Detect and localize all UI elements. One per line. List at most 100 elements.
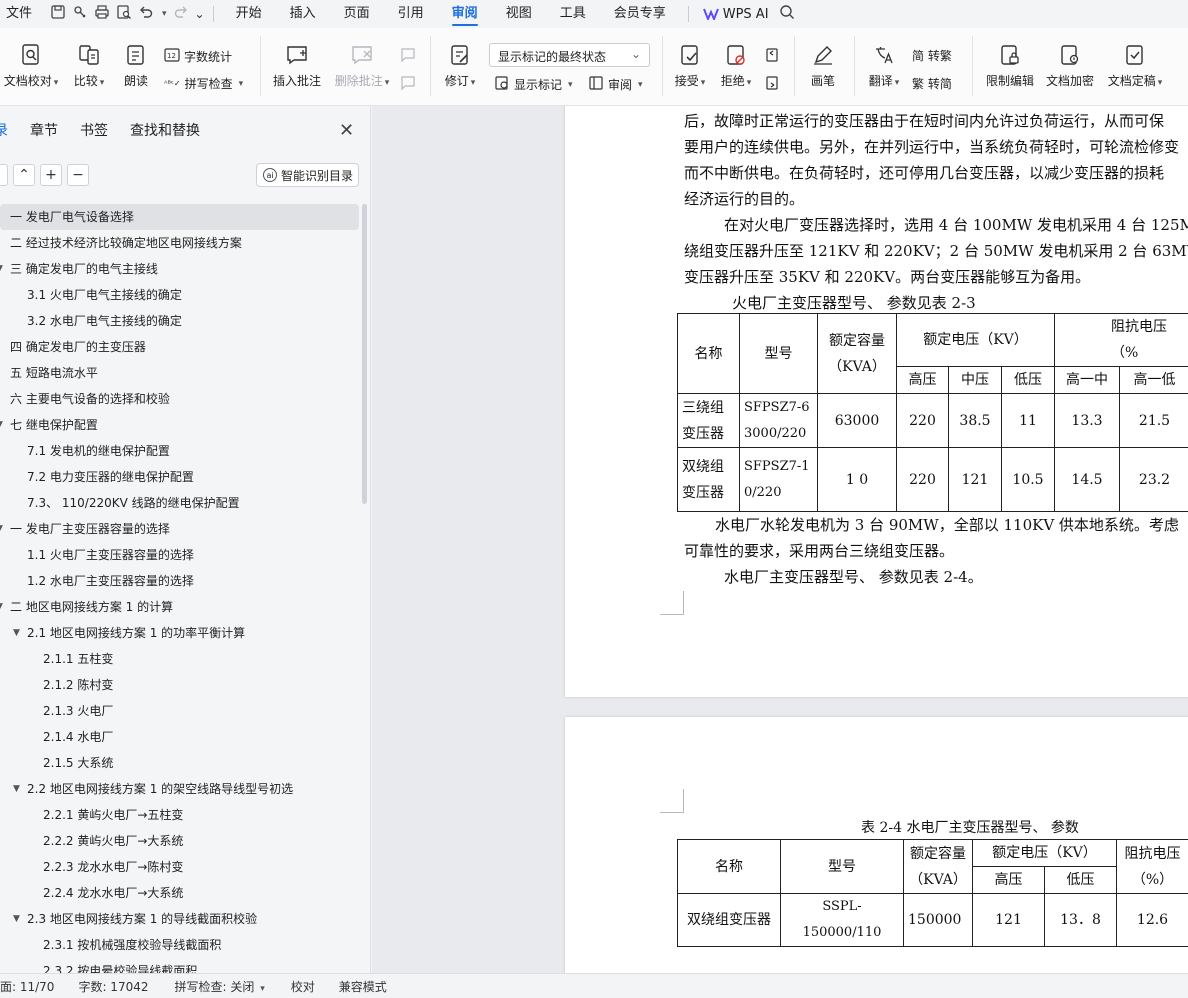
proof-status[interactable]: 校对 [291,978,315,995]
insert-comment-button[interactable]: 插入批注 [272,42,322,89]
chevron-up-icon[interactable]: ⌃ [13,164,35,186]
previous-change-icon[interactable] [764,47,780,63]
page-indicator[interactable]: 面: 11/70 [0,978,54,995]
spell-check-button[interactable]: ᴬᴮᶜ✓ 拼写检查 ▾ [164,75,243,92]
next-change-icon[interactable] [764,75,780,91]
share-icon[interactable] [72,4,88,24]
table-header: 高一低 [1119,366,1188,394]
toc-item[interactable]: 一 发电厂电气设备选择 [0,204,359,230]
undo-icon[interactable] [138,4,154,24]
toc-item[interactable]: 3.1 火电厂电气主接线的确定 [0,282,359,308]
tab-member[interactable]: 会员专享 [600,0,680,28]
translate-button[interactable]: 翻译 ▾ [862,42,906,89]
tab-view[interactable]: 视图 [492,0,546,28]
toc-item[interactable]: 五 短路电流水平 [0,360,359,386]
word-count-button[interactable]: 12 字数统计 [164,47,232,66]
finalize-doc-button[interactable]: 文档定稿 ▾ [1102,42,1168,89]
print-preview-icon[interactable] [116,4,132,24]
tab-bookmarks[interactable]: 书签 [80,120,108,140]
expand-arrow-icon[interactable]: ▼ [0,412,3,438]
toc-item[interactable]: 3.2 水电厂电气主接线的确定 [0,308,359,334]
review-pane-button[interactable]: 审阅 ▾ [588,75,643,94]
trad-to-simp-button[interactable]: 繁 转简 [912,75,952,92]
toc-item[interactable]: 2.2.3 龙水水电厂→陈村变 [0,854,359,880]
accept-button[interactable]: 接受 ▾ [670,42,710,89]
reject-button[interactable]: 拒绝 ▾ [716,42,756,89]
doc-proof-button[interactable]: 文档校对 ▾ [0,42,62,89]
toc-item[interactable]: ▼ 2.2 地区电网接线方案 1 的架空线路导线型号初选 [0,776,359,802]
save-icon[interactable] [50,4,66,24]
toc-item[interactable]: 2.1.5 大系统 [0,750,359,776]
ribbon-divider [430,36,431,96]
toc-item[interactable]: ▼ 2.1 地区电网接线方案 1 的功率平衡计算 [0,620,359,646]
customize-toolbar-icon[interactable]: ⌄ [195,7,205,21]
redo-icon [173,4,189,24]
tab-insert[interactable]: 插入 [276,0,330,28]
toc-item[interactable]: 2.1.1 五柱变 [0,646,359,672]
toc-item[interactable]: 四 确定发电厂的主变压器 [0,334,359,360]
close-icon[interactable]: ✕ [339,120,354,141]
toc-item[interactable]: 2.2.1 黄屿火电厂→五柱变 [0,802,359,828]
toc-item[interactable]: 7.2 电力变压器的继电保护配置 [0,464,359,490]
toc-item[interactable]: 2.3.1 按机械强度校验导线截面积 [0,932,359,958]
nav-scrollbar[interactable] [362,204,367,504]
toc-item[interactable]: ▼ 2.3 地区电网接线方案 1 的导线截面积校验 [0,906,359,932]
toc-item[interactable]: 2.1.2 陈村变 [0,672,359,698]
table-cell: 220 [896,393,949,448]
expand-arrow-icon[interactable]: ▼ [13,906,20,932]
tab-home[interactable]: 开始 [222,0,276,28]
toc-item[interactable]: 六 主要电气设备的选择和校验 [0,386,359,412]
tab-page[interactable]: 页面 [330,0,384,28]
toc-item[interactable]: ▼ 七 继电保护配置 [0,412,359,438]
minus-icon[interactable]: − [67,164,89,186]
wps-ai-button[interactable]: WPS AI [697,7,775,22]
toc-item[interactable]: 7.1 发电机的继电保护配置 [0,438,359,464]
expand-arrow-icon[interactable]: ▼ [0,516,3,542]
ribbon-divider [854,36,855,96]
toc-item-label: 六 主要电气设备的选择和校验 [10,392,170,406]
tab-review[interactable]: 审阅 [438,0,492,28]
toc-item[interactable]: 二 经过技术经济比较确定地区电网接线方案 [0,230,359,256]
toc-item[interactable]: ▼ 三 确定发电厂的电气主接线 [0,256,359,282]
toc-item[interactable]: 2.2.2 黄屿火电厂→大系统 [0,828,359,854]
finalize-doc-icon [1122,42,1148,68]
document-area[interactable]: 后，故障时正常运行的变压器由于在短时间内允许过负荷运行，从而可保 要用户的连续供… [372,106,1188,973]
toc-menu-button[interactable]: ⋮ [0,164,8,186]
tab-toc[interactable]: 录 [0,120,8,140]
show-markup-button[interactable]: 显示标记 ▾ [494,75,573,94]
encrypt-doc-button[interactable]: 文档加密 [1042,42,1098,89]
toc-item[interactable]: ▼ 一 发电厂主变压器容量的选择 [0,516,359,542]
expand-arrow-icon[interactable]: ▼ [13,620,20,646]
print-icon[interactable] [94,4,110,24]
tab-find-replace[interactable]: 查找和替换 [130,120,200,140]
toc-item[interactable]: 2.2.4 龙水水电厂→大系统 [0,880,359,906]
tab-references[interactable]: 引用 [384,0,438,28]
compare-button[interactable]: 比较 ▾ [68,42,110,89]
simp-to-trad-button[interactable]: 简 转繁 [912,47,952,64]
search-icon[interactable] [779,4,795,24]
plus-icon[interactable]: + [40,164,62,186]
tab-tools[interactable]: 工具 [546,0,600,28]
table-cell: 121 [948,447,1002,512]
undo-dropdown-icon[interactable]: ▾ [162,9,167,19]
smart-toc-button[interactable]: ai 智能识别目录 [256,163,359,187]
expand-arrow-icon[interactable]: ▼ [13,776,20,802]
toc-item[interactable]: 1.2 水电厂主变压器容量的选择 [0,568,359,594]
markup-state-select[interactable]: 显示标记的最终状态 ⌄ [489,43,650,67]
expand-arrow-icon[interactable]: ▼ [0,594,3,620]
file-menu[interactable]: 文件 [0,0,38,28]
expand-arrow-icon[interactable]: ▼ [0,256,3,282]
toc-item[interactable]: 1.1 火电厂主变压器容量的选择 [0,542,359,568]
word-count-status[interactable]: 字数: 17042 [78,978,148,995]
tab-chapters[interactable]: 章节 [30,120,58,140]
toc-item[interactable]: 2.1.3 火电厂 [0,698,359,724]
toc-item[interactable]: ▼ 二 地区电网接线方案 1 的计算 [0,594,359,620]
toc-item[interactable]: 2.1.4 水电厂 [0,724,359,750]
spell-check-status[interactable]: 拼写检查: 关闭 ▾ [175,978,265,995]
pen-button[interactable]: 画笔 [804,42,842,89]
read-aloud-button[interactable]: 朗读 [120,42,152,89]
track-changes-button[interactable]: 修订 ▾ [440,42,480,89]
restrict-edit-button[interactable]: 限制编辑 [982,42,1038,89]
accept-label: 接受 [674,74,699,88]
toc-item[interactable]: 7.3、 110/220KV 线路的继电保护配置 [0,490,359,516]
